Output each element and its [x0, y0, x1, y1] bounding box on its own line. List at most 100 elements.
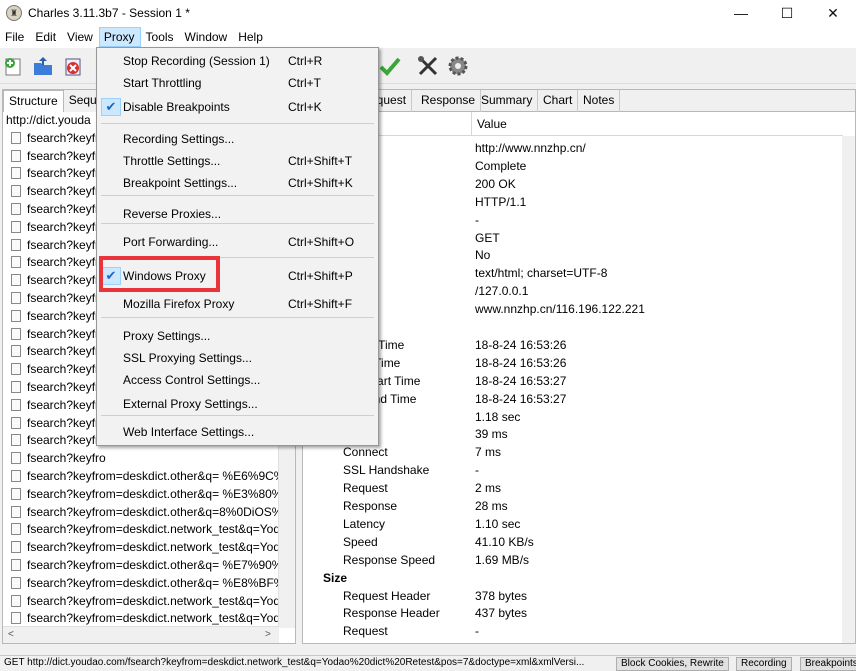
proxy-menu-item[interactable]: Breakpoint Settings... Ctrl+Shift+K	[99, 172, 376, 194]
tab-response[interactable]: Response	[416, 90, 482, 112]
tree-item-label: fsearch?keyfrom=deskdict.other&q=8%0DiOS…	[27, 504, 279, 519]
tools-icon[interactable]	[416, 54, 440, 78]
document-icon	[11, 380, 21, 393]
menu-view[interactable]: View	[62, 27, 99, 47]
proxy-menu-item[interactable]: SSL Proxying Settings...	[99, 347, 376, 369]
property-value: Complete	[475, 158, 527, 173]
recording-button[interactable]: Recording	[736, 657, 792, 671]
document-icon	[11, 434, 21, 447]
scroll-left-icon[interactable]: <	[8, 629, 14, 640]
property-row[interactable]: No	[303, 246, 843, 264]
tree-request-item[interactable]: fsearch?keyfrom=deskdict.other&q= %E7%90…	[3, 557, 279, 575]
menu-window[interactable]: Window	[180, 27, 234, 47]
menu-item-label: Proxy Settings...	[123, 329, 211, 343]
menu-item-shortcut: Ctrl+Shift+P	[288, 269, 353, 283]
menu-edit[interactable]: Edit	[30, 27, 62, 47]
property-row[interactable]: Speed 41.10 KB/s	[303, 533, 843, 551]
property-row[interactable]: ddresswww.nnzhp.cn/116.196.122.221	[303, 300, 843, 318]
property-row[interactable]	[303, 318, 843, 336]
proxy-menu-item[interactable]: Web Interface Settings...	[99, 421, 376, 443]
scroll-right-icon[interactable]: >	[265, 629, 271, 640]
left-horizontal-scrollbar[interactable]: < >	[3, 626, 279, 643]
tab-structure[interactable]: Structure	[3, 90, 64, 112]
tree-item-label: fsearch?keyfro	[27, 184, 106, 199]
property-row[interactable]: http://www.nnzhp.cn/	[303, 139, 843, 157]
property-row[interactable]: 39 ms	[303, 425, 843, 443]
tab-chart[interactable]: Chart	[538, 90, 579, 112]
property-row[interactable]: GET	[303, 229, 843, 247]
new-session-icon[interactable]	[2, 54, 26, 78]
proxy-menu-item[interactable]: Start Throttling Ctrl+T	[99, 72, 376, 94]
minimize-button[interactable]: —	[718, 0, 764, 26]
proxy-menu-item[interactable]: Throttle Settings... Ctrl+Shift+T	[99, 150, 376, 172]
clear-session-icon[interactable]	[61, 54, 85, 78]
settings-gear-icon[interactable]	[446, 54, 470, 78]
property-row[interactable]: -	[303, 211, 843, 229]
property-row[interactable]: ypetext/html; charset=UTF-8	[303, 264, 843, 282]
tree-request-item[interactable]: fsearch?keyfrom=deskdict.network_test&q=…	[3, 539, 279, 557]
charles-app-icon: ♜	[6, 5, 22, 21]
size-property-row[interactable]: Request Header 378 bytes	[303, 587, 843, 605]
close-button[interactable]: ✕	[810, 0, 856, 26]
column-divider[interactable]	[471, 112, 472, 136]
size-property-row[interactable]: Response Header 437 bytes	[303, 604, 843, 622]
block-cookies-rewrite-button[interactable]: Block Cookies, Rewrite	[616, 657, 729, 671]
tree-request-item[interactable]: fsearch?keyfrom=deskdict.other&q= %E6%9C…	[3, 468, 279, 486]
tree-request-item[interactable]: fsearch?keyfro	[3, 450, 279, 468]
tree-request-item[interactable]: fsearch?keyfrom=deskdict.network_test&q=…	[3, 593, 279, 611]
menu-item-shortcut: Ctrl+Shift+T	[288, 154, 353, 168]
property-row[interactable]: HTTP/1.1	[303, 193, 843, 211]
menu-file[interactable]: File	[0, 27, 30, 47]
property-row[interactable]: ress/127.0.0.1	[303, 282, 843, 300]
maximize-button[interactable]: ☐	[764, 0, 810, 26]
proxy-menu-item[interactable]: External Proxy Settings...	[99, 393, 376, 415]
tree-request-item[interactable]: fsearch?keyfrom=deskdict.other&q=8%0DiOS…	[3, 504, 279, 522]
property-row[interactable]: Complete	[303, 157, 843, 175]
property-row[interactable]: Code200 OK	[303, 175, 843, 193]
proxy-menu-item[interactable]: Port Forwarding... Ctrl+Shift+O	[99, 231, 376, 253]
proxy-menu-item[interactable]: Reverse Proxies...	[99, 203, 376, 225]
document-icon	[11, 416, 21, 429]
tree-item-label: fsearch?keyfro	[27, 326, 106, 341]
proxy-menu-item[interactable]: Stop Recording (Session 1) Ctrl+R	[99, 50, 376, 72]
size-group-row[interactable]: Size	[303, 569, 843, 587]
proxy-menu-item[interactable]: Access Control Settings...	[99, 369, 376, 391]
property-row[interactable]: nse Start Time 18-8-24 16:53:27	[303, 372, 843, 390]
menu-tools[interactable]: Tools	[141, 27, 180, 47]
property-row[interactable]: Request 2 ms	[303, 479, 843, 497]
menu-help[interactable]: Help	[233, 27, 269, 47]
property-value: /127.0.0.1	[475, 284, 529, 299]
document-icon	[11, 256, 21, 269]
tree-request-item[interactable]: fsearch?keyfrom=deskdict.other&q= %E3%80…	[3, 486, 279, 504]
tab-summary[interactable]: Summary	[476, 90, 539, 112]
tree-request-item[interactable]: fsearch?keyfrom=deskdict.other&q= %E8%BF…	[3, 575, 279, 593]
proxy-menu-item[interactable]: Recording Settings...	[99, 128, 376, 150]
check-icon[interactable]	[378, 54, 402, 78]
property-row[interactable]: Response 28 ms	[303, 497, 843, 515]
property-row[interactable]: on1.18 sec	[303, 408, 843, 426]
property-row[interactable]: Connect 7 ms	[303, 443, 843, 461]
proxy-menu-item[interactable]: Mozilla Firefox Proxy Ctrl+Shift+F	[99, 293, 376, 315]
property-row[interactable]: SSL Handshake -	[303, 461, 843, 479]
value-column-header[interactable]: Value	[477, 117, 507, 131]
right-vertical-scrollbar[interactable]	[842, 136, 855, 643]
property-row[interactable]: Response Speed 1.69 MB/s	[303, 551, 843, 569]
tab-notes[interactable]: Notes	[578, 90, 621, 112]
size-property-row[interactable]: Request -	[303, 622, 843, 640]
open-folder-icon[interactable]	[31, 54, 55, 78]
property-row[interactable]: t End Time18-8-24 16:53:26	[303, 354, 843, 372]
menu-separator	[101, 195, 374, 196]
property-value: text/html; charset=UTF-8	[475, 266, 608, 281]
document-icon	[11, 274, 21, 287]
menu-proxy[interactable]: Proxy	[98, 27, 141, 47]
breakpoints-button[interactable]: Breakpoints	[800, 657, 856, 671]
property-row[interactable]: t Start Time18-8-24 16:53:26	[303, 336, 843, 354]
property-row[interactable]: Latency 1.10 sec	[303, 515, 843, 533]
document-icon	[11, 398, 21, 411]
proxy-menu-item[interactable]: ✔ Disable Breakpoints Ctrl+K	[99, 96, 376, 118]
proxy-menu-item[interactable]: Proxy Settings...	[99, 325, 376, 347]
property-row[interactable]: nse End Time 18-8-24 16:53:27	[303, 390, 843, 408]
property-name: Response	[343, 499, 398, 513]
document-icon	[11, 594, 21, 607]
tree-request-item[interactable]: fsearch?keyfrom=deskdict.network_test&q=…	[3, 521, 279, 539]
